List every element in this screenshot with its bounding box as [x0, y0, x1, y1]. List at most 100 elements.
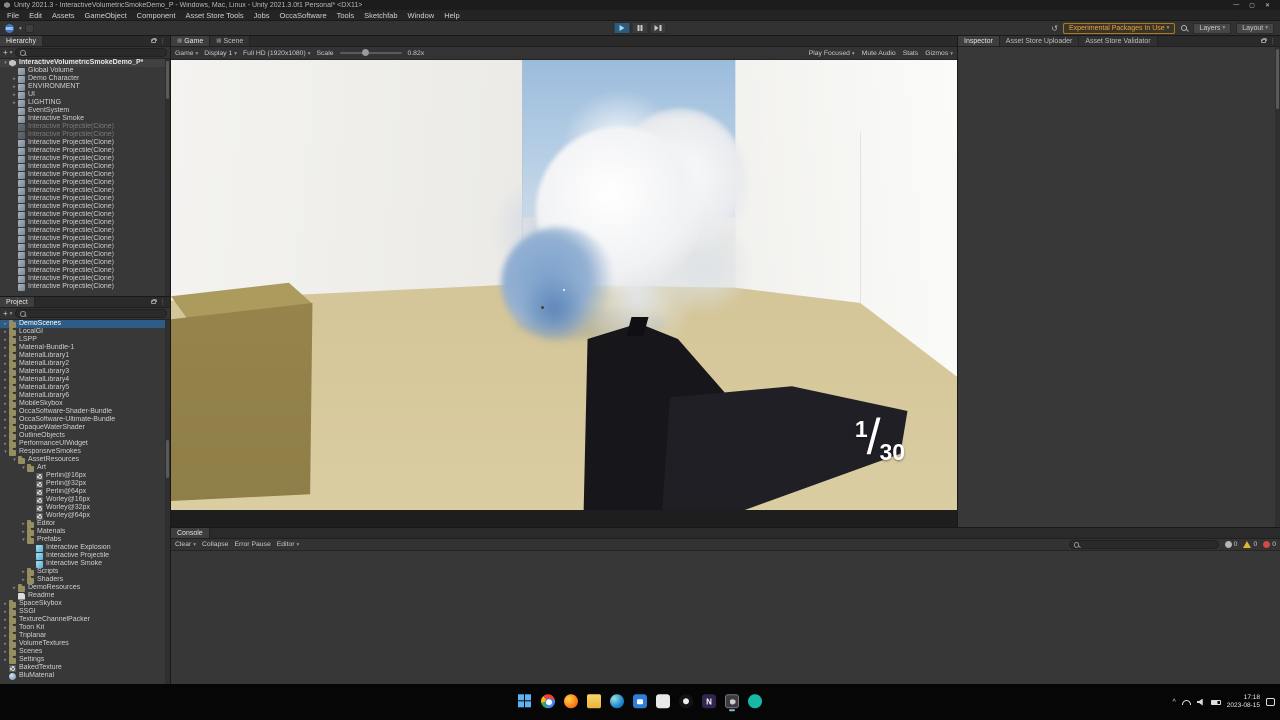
expand-arrow[interactable]: ▸ [2, 368, 9, 376]
expand-arrow[interactable]: ▸ [2, 352, 9, 360]
project-item[interactable]: ▸ PerformanceUIWidget [0, 439, 165, 448]
expand-arrow[interactable]: ▸ [2, 400, 9, 408]
lock-icon[interactable] [150, 37, 157, 43]
stats-toggle[interactable]: Stats [903, 50, 919, 57]
scale-slider[interactable] [339, 49, 402, 56]
expand-arrow[interactable]: ▸ [2, 424, 9, 432]
pause-button[interactable] [631, 22, 649, 34]
console-warning-counter[interactable]: 0 [1243, 541, 1257, 548]
project-item[interactable]: ▸ Toon Kit [0, 623, 165, 632]
hierarchy-item[interactable]: Interactive Projectile(Clone) [0, 259, 165, 267]
console-error-pause-toggle[interactable]: Error Pause [234, 541, 270, 548]
expand-arrow[interactable]: ▾ [2, 59, 9, 67]
project-item[interactable]: ▸ Shaders [0, 575, 165, 584]
menu-assets[interactable]: Assets [47, 11, 80, 20]
project-scrollbar[interactable] [165, 320, 170, 684]
hierarchy-search-input[interactable] [28, 49, 163, 56]
expand-arrow[interactable]: ▸ [2, 336, 9, 344]
expand-arrow[interactable]: ▸ [2, 384, 9, 392]
game-viewport[interactable]: 1 / 30 [171, 60, 957, 527]
project-item[interactable]: ▸ OutlineObjects [0, 431, 165, 440]
minimize-button[interactable]: — [1233, 2, 1239, 9]
expand-arrow[interactable]: ▸ [20, 568, 27, 576]
hierarchy-item[interactable]: Interactive Smoke [0, 115, 165, 123]
project-item[interactable]: ▸ Materials [0, 527, 165, 536]
experimental-packages-badge[interactable]: Experimental Packages In Use [1062, 22, 1176, 34]
tab-project[interactable]: Project [0, 297, 35, 307]
taskbar-file-explorer-icon[interactable] [587, 694, 601, 709]
expand-arrow[interactable]: ▸ [20, 528, 27, 536]
tab-scene[interactable]: Scene [210, 36, 251, 46]
project-item[interactable]: ▸ MaterialLibrary2 [0, 359, 165, 368]
menu-edit[interactable]: Edit [24, 11, 47, 20]
hierarchy-item[interactable]: Interactive Projectile(Clone) [0, 227, 165, 235]
expand-arrow[interactable]: ▸ [2, 376, 9, 384]
hierarchy-item[interactable]: ▸ ENVIRONMENT [0, 83, 165, 91]
hierarchy-item[interactable]: Interactive Projectile(Clone) [0, 267, 165, 275]
hierarchy-item[interactable]: Interactive Projectile(Clone) [0, 147, 165, 155]
project-item[interactable]: ▸ SSGI [0, 607, 165, 616]
expand-arrow[interactable]: ▸ [2, 440, 9, 448]
taskbar-light-app-icon[interactable] [656, 694, 670, 709]
console-editor-dropdown[interactable]: Editor [277, 541, 300, 548]
battery-icon[interactable] [1210, 699, 1221, 705]
expand-arrow[interactable]: ▸ [2, 624, 9, 632]
hierarchy-item[interactable]: Interactive Projectile(Clone) [0, 171, 165, 179]
lock-icon[interactable] [1260, 37, 1267, 43]
account-dropdown-caret[interactable] [17, 25, 22, 32]
menu-window[interactable]: Window [403, 11, 440, 20]
project-item[interactable]: ▸ OccaSoftware-Shader-Bundle [0, 407, 165, 416]
expand-arrow[interactable]: ▸ [2, 344, 9, 352]
hierarchy-item[interactable]: EventSystem [0, 107, 165, 115]
taskbar-edge-icon[interactable] [610, 694, 624, 709]
add-gameobject-button[interactable]: + [3, 48, 12, 57]
hierarchy-item[interactable]: ▸ LIGHTING [0, 99, 165, 107]
expand-arrow[interactable]: ▸ [2, 656, 9, 664]
hierarchy-item[interactable]: Interactive Projectile(Clone) [0, 131, 165, 139]
console-log-area[interactable] [171, 551, 1280, 684]
hierarchy-item[interactable]: Interactive Projectile(Clone) [0, 283, 165, 291]
project-item[interactable]: Perlin@16px [0, 472, 165, 480]
expand-arrow[interactable]: ▸ [2, 632, 9, 640]
expand-arrow[interactable]: ▾ [20, 536, 27, 544]
project-item[interactable]: Worley@16px [0, 496, 165, 504]
project-item[interactable]: ▸ Editor [0, 519, 165, 528]
expand-arrow[interactable]: ▸ [2, 432, 9, 440]
panel-menu-icon[interactable] [1270, 37, 1277, 45]
tab-asset-store-uploader[interactable]: Asset Store Uploader [999, 36, 1080, 46]
project-item[interactable]: BluMaterial [0, 672, 165, 680]
menu-asset-store-tools[interactable]: Asset Store Tools [180, 11, 248, 20]
project-search-input[interactable] [28, 310, 163, 317]
undo-history-icon[interactable] [1051, 24, 1058, 33]
hierarchy-item[interactable]: Interactive Projectile(Clone) [0, 251, 165, 259]
project-item[interactable]: ▸ OpaqueWaterShader [0, 423, 165, 432]
expand-arrow[interactable]: ▸ [20, 520, 27, 528]
tab-game[interactable]: Game [171, 36, 211, 46]
taskbar-unity-hub-icon[interactable] [748, 694, 762, 709]
project-item[interactable]: Worley@32px [0, 504, 165, 512]
wifi-icon[interactable] [1181, 699, 1191, 705]
hierarchy-item[interactable]: Interactive Projectile(Clone) [0, 235, 165, 243]
hierarchy-item[interactable]: ▸ UI [0, 91, 165, 99]
project-item[interactable]: ▸ MaterialLibrary3 [0, 367, 165, 376]
hierarchy-item[interactable]: Interactive Projectile(Clone) [0, 243, 165, 251]
project-item[interactable]: ▸ Material-Bundle-1 [0, 343, 165, 352]
gizmos-dropdown[interactable]: Gizmos [925, 50, 953, 57]
menu-file[interactable]: File [2, 11, 24, 20]
hierarchy-item[interactable]: Interactive Projectile(Clone) [0, 187, 165, 195]
project-item[interactable]: Worley@64px [0, 512, 165, 520]
expand-arrow[interactable]: ▸ [2, 616, 9, 624]
project-item[interactable]: ▸ MaterialLibrary5 [0, 383, 165, 392]
taskbar-chrome-icon[interactable] [541, 694, 555, 709]
project-item[interactable]: ▸ SpaceSkybox [0, 599, 165, 608]
taskbar-notion-icon[interactable]: N [702, 694, 716, 709]
console-clear-button[interactable]: Clear [175, 541, 196, 548]
lock-icon[interactable] [150, 298, 157, 304]
project-item[interactable]: Perlin@32px [0, 480, 165, 488]
tab-asset-store-validator[interactable]: Asset Store Validator [1079, 36, 1158, 46]
project-item[interactable]: Interactive Projectile [0, 552, 165, 560]
project-item[interactable]: ▸ MaterialLibrary1 [0, 351, 165, 360]
hierarchy-item[interactable]: Interactive Projectile(Clone) [0, 203, 165, 211]
hierarchy-item[interactable]: Interactive Projectile(Clone) [0, 123, 165, 131]
resolution-dropdown[interactable]: Full HD (1920x1080) [243, 50, 310, 57]
